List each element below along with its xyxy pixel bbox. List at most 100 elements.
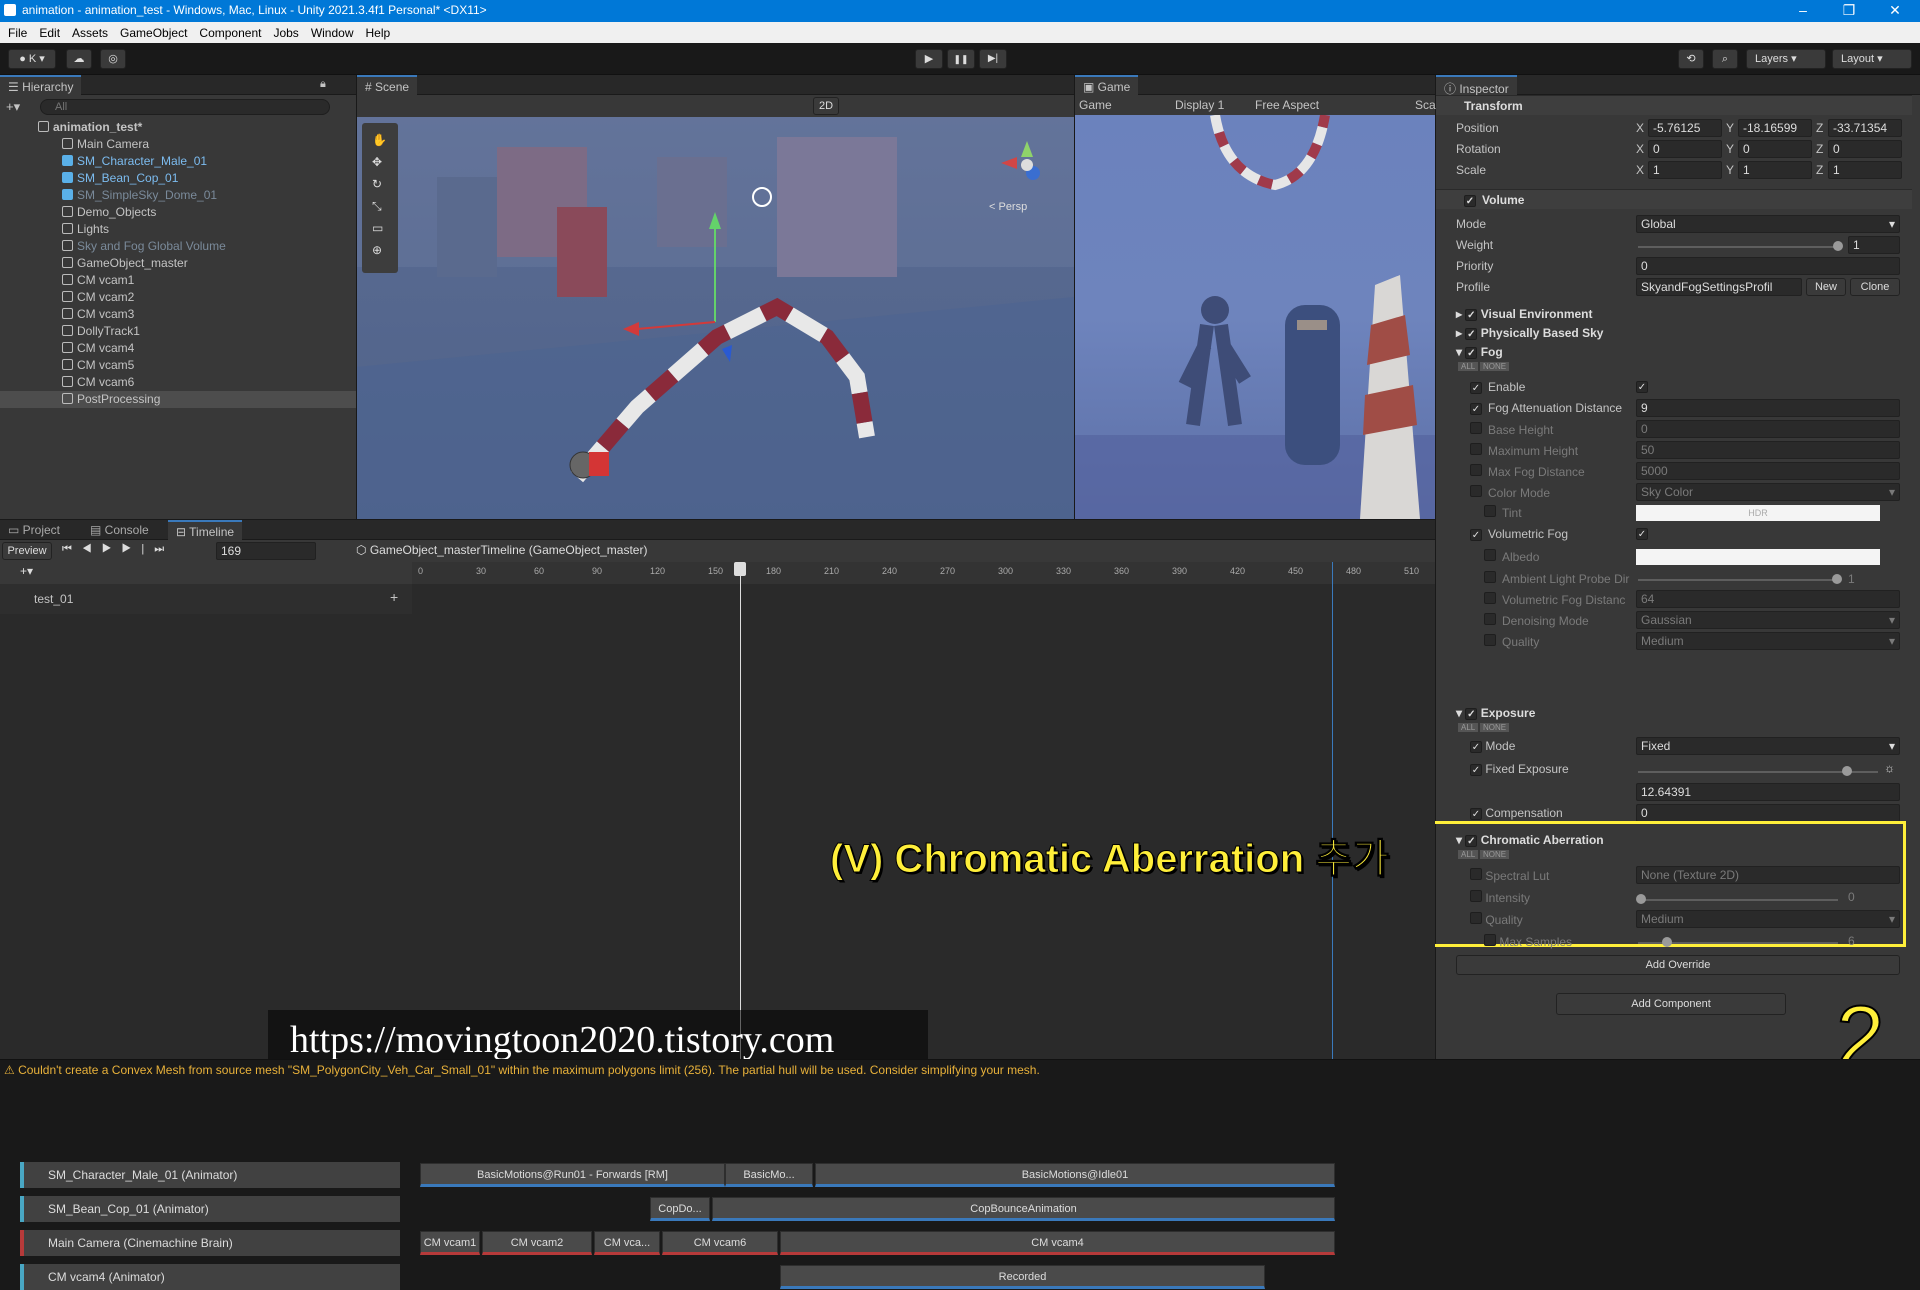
hierarchy-item[interactable]: Main Camera — [0, 136, 356, 153]
maximize-button[interactable]: ❐ — [1826, 0, 1872, 22]
timeline-clip[interactable]: CM vcam6 — [662, 1231, 778, 1255]
exposure-mode-dropdown[interactable]: Fixed ▾ — [1636, 737, 1900, 755]
intensity-knob[interactable] — [1636, 894, 1646, 904]
compensation-checkbox[interactable]: ✓ — [1470, 808, 1482, 820]
aspect-dropdown[interactable]: Free Aspect — [1255, 98, 1319, 112]
override-checkbox[interactable] — [1484, 549, 1496, 561]
add-track-button[interactable]: +▾ — [20, 564, 33, 578]
hand-tool-icon[interactable]: ✋ — [372, 133, 387, 147]
menu-component[interactable]: Component — [199, 26, 261, 40]
max-samples-value[interactable]: 6 — [1848, 934, 1855, 948]
fog-property-field[interactable]: 0 — [1636, 420, 1900, 438]
timeline-clip[interactable]: BasicMotions@Idle01 — [815, 1163, 1335, 1187]
rot-z-field[interactable]: 0 — [1828, 140, 1902, 158]
tab-hierarchy[interactable]: ☰ Hierarchy — [0, 75, 82, 95]
step-button[interactable]: ▶| — [979, 49, 1007, 69]
volume-enabled-checkbox[interactable]: ✓ — [1464, 195, 1476, 207]
preview-button[interactable]: Preview — [2, 542, 52, 560]
hierarchy-item[interactable]: CM vcam4 — [0, 340, 356, 357]
hierarchy-item[interactable]: CM vcam3 — [0, 306, 356, 323]
fog-property-field[interactable]: Sky Color ▾ — [1636, 483, 1900, 501]
hierarchy-item[interactable]: CM vcam2 — [0, 289, 356, 306]
play-button[interactable]: ▶ — [915, 49, 943, 69]
timeline-clip[interactable]: CopBounceAnimation — [712, 1197, 1335, 1221]
priority-field[interactable]: 0 — [1636, 257, 1900, 275]
mode-dropdown[interactable]: Global ▾ — [1636, 215, 1900, 233]
rot-y-field[interactable]: 0 — [1738, 140, 1812, 158]
status-bar[interactable]: ⚠ Couldn't create a Convex Mesh from sou… — [0, 1059, 1920, 1080]
scene-gizmo[interactable] — [997, 137, 1057, 197]
close-button[interactable]: ✕ — [1872, 0, 1918, 22]
exposure-override[interactable]: ▾ ✓ Exposure — [1456, 706, 1535, 720]
search-icon[interactable]: ⌕ — [1712, 49, 1738, 69]
menu-edit[interactable]: Edit — [39, 26, 60, 40]
timeline-clip[interactable]: CM vcam2 — [482, 1231, 592, 1255]
tab-game[interactable]: ▣ Game — [1075, 75, 1139, 95]
track-group[interactable]: test_01 + — [0, 584, 412, 614]
fog-property-field[interactable]: 5000 — [1636, 462, 1900, 480]
fog-property-field[interactable]: 9 — [1636, 399, 1900, 417]
pause-button[interactable]: ❚❚ — [947, 49, 975, 69]
fog-property-field[interactable]: 50 — [1636, 441, 1900, 459]
scene-viewport[interactable]: ✋ ✥ ↻ ⤡ ▭ ⊕ < Persp — [357, 117, 1074, 519]
fog-property-field[interactable]: Medium ▾ — [1636, 632, 1900, 650]
timeline-clip[interactable]: Recorded — [780, 1265, 1265, 1289]
scale-tool-icon[interactable]: ⤡ — [372, 199, 382, 214]
hierarchy-item[interactable]: CM vcam5 — [0, 357, 356, 374]
weight-field[interactable]: 1 — [1848, 236, 1900, 254]
fog-property-field[interactable]: ✓ — [1636, 381, 1648, 393]
spectral-lut-checkbox[interactable] — [1470, 868, 1482, 880]
fog-none-button[interactable]: NONE — [1480, 362, 1510, 371]
hierarchy-item[interactable]: CM vcam1 — [0, 272, 356, 289]
compensation-field[interactable]: 0 — [1636, 804, 1900, 822]
visual-environment-override[interactable]: ▸ ✓ Visual Environment — [1456, 307, 1593, 321]
exposure-mode-checkbox[interactable]: ✓ — [1470, 741, 1482, 753]
menu-help[interactable]: Help — [366, 26, 391, 40]
slider-knob[interactable] — [1832, 574, 1842, 584]
intensity-checkbox[interactable] — [1470, 890, 1482, 902]
slider-track[interactable] — [1638, 579, 1838, 581]
fixed-exposure-field[interactable]: 12.64391 — [1636, 783, 1900, 801]
override-checkbox[interactable] — [1470, 422, 1482, 434]
hierarchy-item[interactable]: SM_Character_Male_01 — [0, 153, 356, 170]
scale-label[interactable]: Sca — [1415, 98, 1436, 112]
timeline-clip[interactable]: CM vcam4 — [780, 1231, 1335, 1255]
max-samples-knob[interactable] — [1662, 937, 1672, 947]
pbs-checkbox[interactable]: ✓ — [1465, 328, 1478, 340]
fog-property-field[interactable]: 64 — [1636, 590, 1900, 608]
rot-x-field[interactable]: 0 — [1648, 140, 1722, 158]
playhead[interactable] — [740, 562, 741, 1059]
hierarchy-item[interactable]: Demo_Objects — [0, 204, 356, 221]
add-override-button[interactable]: Add Override — [1456, 955, 1900, 975]
move-tool-icon[interactable]: ✥ — [372, 155, 382, 169]
override-checkbox[interactable] — [1470, 443, 1482, 455]
tab-inspector[interactable]: ⓘ Inspector — [1436, 75, 1517, 96]
frame-field[interactable]: 169 — [216, 542, 316, 560]
profile-field[interactable]: SkyandFogSettingsProfil — [1636, 278, 1802, 296]
intensity-value[interactable]: 0 — [1848, 890, 1855, 904]
hierarchy-item[interactable]: SM_Bean_Cop_01 — [0, 170, 356, 187]
exposure-none-button[interactable]: NONE — [1480, 723, 1510, 732]
override-checkbox[interactable] — [1470, 485, 1482, 497]
rotate-tool-icon[interactable]: ↻ — [372, 177, 382, 191]
override-checkbox[interactable]: ✓ — [1470, 529, 1482, 541]
playhead-handle[interactable] — [734, 562, 746, 576]
tab-console[interactable]: ▤ Console — [82, 520, 157, 540]
tab-project[interactable]: ▭ Project — [0, 520, 68, 540]
max-samples-checkbox[interactable] — [1484, 934, 1496, 946]
transform-tool-icon[interactable]: ⊕ — [372, 243, 382, 257]
layers-dropdown[interactable]: Layers ▾ — [1746, 49, 1826, 69]
hierarchy-item[interactable]: Sky and Fog Global Volume — [0, 238, 356, 255]
scl-x-field[interactable]: 1 — [1648, 161, 1722, 179]
intensity-slider[interactable] — [1638, 899, 1838, 901]
fog-property-field[interactable]: ✓ — [1636, 528, 1648, 540]
hierarchy-item[interactable]: PostProcessing — [0, 391, 356, 408]
tab-scene[interactable]: # Scene — [357, 75, 418, 95]
tab-timeline[interactable]: ⊟ Timeline — [168, 520, 243, 540]
menu-file[interactable]: File — [8, 26, 27, 40]
pos-x-field[interactable]: -5.76125 — [1648, 119, 1722, 137]
fog-property-field[interactable] — [1636, 549, 1880, 565]
pos-z-field[interactable]: -33.71354 — [1828, 119, 1902, 137]
fixed-exposure-knob[interactable] — [1842, 766, 1852, 776]
timeline-clip[interactable]: CopDo... — [650, 1197, 710, 1221]
